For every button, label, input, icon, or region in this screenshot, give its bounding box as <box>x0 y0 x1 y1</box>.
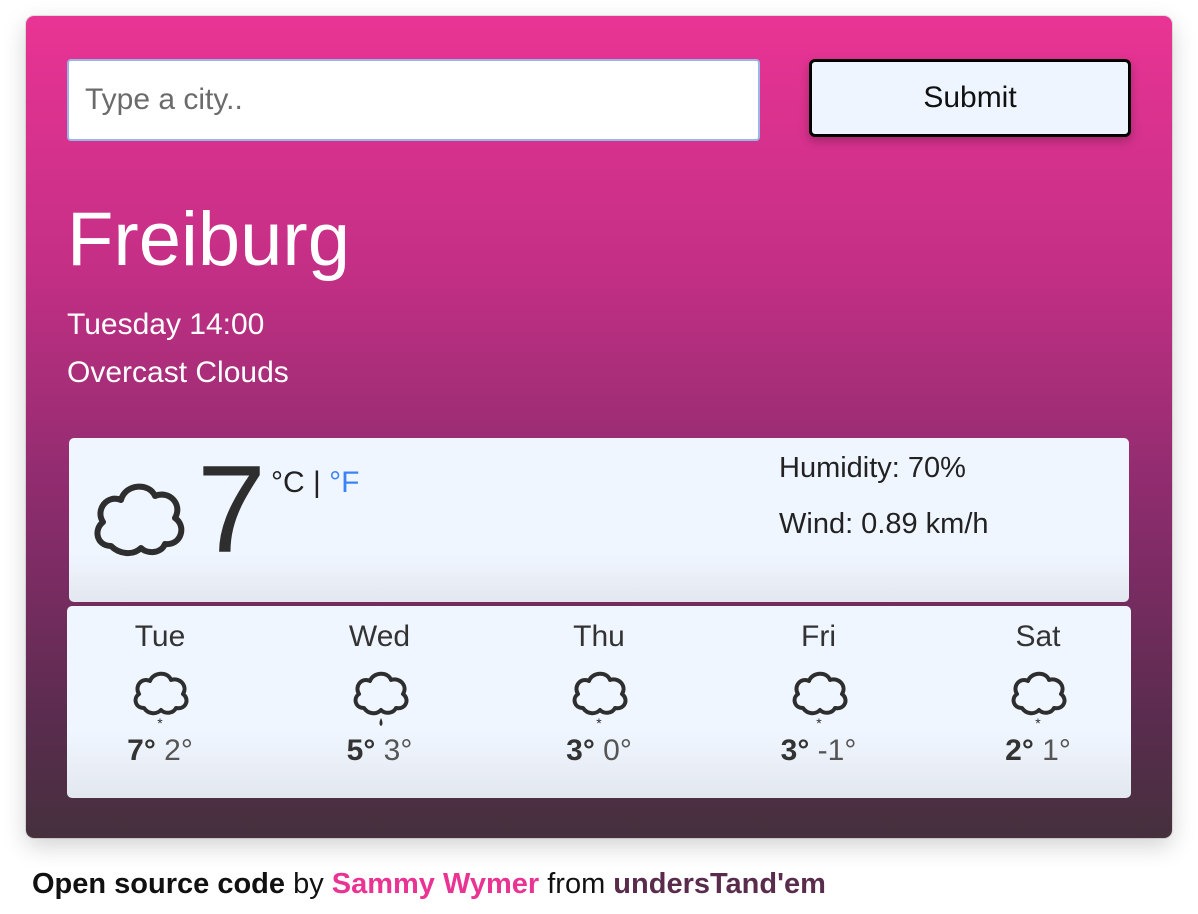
forecast-day-name: Tue <box>134 620 186 653</box>
forecast-min: 2° <box>164 734 193 767</box>
forecast-day: Fri * 3° -1° <box>744 606 894 798</box>
footer-by: by <box>285 868 332 900</box>
forecast-day-name: Thu <box>573 620 625 653</box>
forecast-min: 1° <box>1042 734 1071 767</box>
forecast-panel: Tue * 7° 2° Wed 5° 3° Thu * 3° 0° Fri * … <box>67 606 1131 798</box>
svg-text:*: * <box>596 715 602 731</box>
forecast-day-name: Wed <box>348 620 411 653</box>
footer-credits: Open source code by Sammy Wymer from und… <box>32 868 826 901</box>
weather-app-card: Submit Freiburg Tuesday 14:00 Overcast C… <box>26 16 1172 838</box>
forecast-day-name: Sat <box>1015 620 1061 653</box>
current-weather-panel: 7 °C | °F Humidity: 70% Wind: 0.89 km/h <box>69 438 1129 602</box>
cloud-snow-icon: * <box>133 671 189 731</box>
svg-text:*: * <box>1035 715 1041 731</box>
forecast-max: 2° <box>1005 734 1034 767</box>
forecast-day: Sat * 2° 1° <box>963 606 1113 798</box>
forecast-min: 0° <box>603 734 632 767</box>
current-temperature: 7 <box>197 441 266 579</box>
forecast-max: 3° <box>566 734 595 767</box>
cloud-snow-icon: * <box>792 671 847 731</box>
city-name: Freiburg <box>67 197 350 282</box>
forecast-max: 5° <box>346 734 376 767</box>
city-search-input[interactable] <box>67 59 760 141</box>
wind-value: Wind: 0.89 km/h <box>779 508 989 540</box>
forecast-min: 3° <box>383 734 413 767</box>
unit-toggle: °C | °F <box>271 466 359 500</box>
cloud-icon <box>94 483 185 556</box>
submit-button[interactable]: Submit <box>809 59 1131 137</box>
forecast-max: 7° <box>127 734 156 767</box>
open-source-link[interactable]: Open source code <box>32 868 285 900</box>
footer-from: from <box>539 868 614 900</box>
unit-fahrenheit-link[interactable]: °F <box>329 466 359 499</box>
forecast-max: 3° <box>780 734 810 767</box>
forecast-day-name: Fri <box>801 620 836 653</box>
weather-description: Overcast Clouds <box>67 356 289 389</box>
unit-separator: | <box>304 466 330 499</box>
forecast-min: -1° <box>817 734 857 767</box>
humidity-value: Humidity: 70% <box>779 452 966 484</box>
forecast-day: Thu * 3° 0° <box>524 606 674 798</box>
author-link[interactable]: Sammy Wymer <box>332 868 539 900</box>
forecast-day: Tue * 7° 2° <box>85 606 235 798</box>
unit-celsius[interactable]: °C <box>271 466 305 499</box>
cloud-rain-icon <box>353 671 408 726</box>
svg-text:*: * <box>816 715 822 731</box>
cloud-snow-icon: * <box>572 671 628 731</box>
brand-link[interactable]: undersTand'em <box>613 868 826 900</box>
date-time: Tuesday 14:00 <box>67 308 265 341</box>
cloud-snow-icon: * <box>1011 671 1067 731</box>
forecast-day: Wed 5° 3° <box>305 606 455 798</box>
svg-text:*: * <box>157 715 163 731</box>
